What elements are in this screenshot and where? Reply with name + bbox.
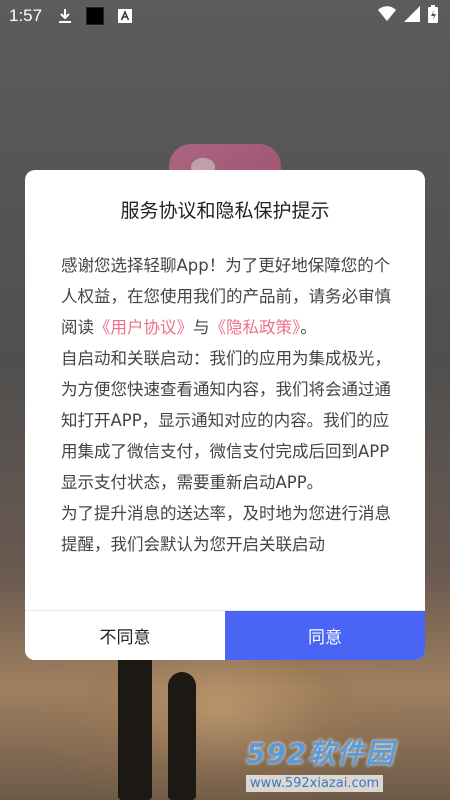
- user-agreement-link[interactable]: 《用户协议》: [94, 318, 193, 337]
- site-watermark: 592软件园 www.592xiazai.com: [246, 732, 446, 792]
- status-time: 1:57: [9, 6, 43, 25]
- dialog-footer: 不同意 同意: [25, 610, 425, 660]
- accept-button[interactable]: 同意: [225, 611, 425, 660]
- intro-paragraph: 感谢您选择轻聊App！为了更好地保障您的个人权益，在您使用我们的产品前，请务必审…: [61, 250, 391, 343]
- dialog-title: 服务协议和隐私保护提示: [120, 200, 330, 222]
- push-paragraph: 为了提升消息的送达率，及时地为您进行消息提醒，我们会默认为您开启关联启动: [61, 504, 391, 554]
- intro-end-text: 。: [300, 318, 317, 337]
- text-a-icon: [118, 9, 133, 23]
- battery-icon: [428, 4, 438, 28]
- status-bar: 1:57: [0, 0, 450, 32]
- signal-icon: [404, 5, 420, 27]
- person-silhouette: [118, 648, 152, 800]
- dialog-scroll-content[interactable]: 感谢您选择轻聊App！为了更好地保障您的个人权益，在您使用我们的产品前，请务必审…: [61, 250, 391, 608]
- download-icon: [58, 8, 72, 24]
- autostart-paragraph: 自启动和关联启动：我们的应用为集成极光，为方便您快速查看通知内容，我们将会通过通…: [61, 349, 391, 492]
- watermark-brand: 592软件园: [246, 737, 395, 770]
- and-text: 与: [193, 318, 210, 337]
- privacy-dialog: 服务协议和隐私保护提示 感谢您选择轻聊App！为了更好地保障您的个人权益，在您使…: [25, 170, 425, 660]
- square-notification-icon: [86, 7, 105, 25]
- decline-button[interactable]: 不同意: [25, 611, 225, 660]
- person-silhouette: [168, 672, 196, 800]
- privacy-policy-link[interactable]: 《隐私政策》: [210, 318, 301, 337]
- watermark-url: www.592xiazai.com: [246, 775, 384, 792]
- wifi-icon: [378, 5, 396, 27]
